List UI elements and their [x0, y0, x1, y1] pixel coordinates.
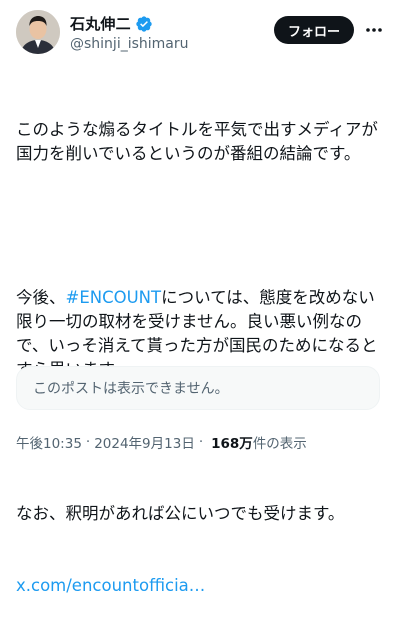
tweet-paragraph-3: なお、釈明があれば公にいつでも受けます。 — [16, 504, 345, 523]
external-link[interactable]: x.com/encountofficia… — [16, 574, 388, 598]
views-label: 件の表示 — [252, 436, 307, 452]
tweet-paragraph-2-prefix: 今後、 — [16, 288, 66, 307]
more-icon — [366, 28, 382, 32]
tweet-paragraph-1: このような煽るタイトルを平気で出すメディアが国力を削いでいるというのが番組の結論… — [16, 120, 378, 163]
quoted-post-unavailable: このポストは表示できません。 — [16, 366, 380, 410]
follow-button[interactable]: フォロー — [273, 16, 354, 44]
separator-dot: · — [198, 434, 204, 450]
tweet-text: このような煽るタイトルを平気で出すメディアが国力を削いでいるというのが番組の結論… — [16, 70, 388, 622]
views-count: 168万 — [211, 436, 253, 452]
avatar[interactable] — [16, 10, 60, 54]
avatar-image — [16, 10, 60, 54]
more-options-button[interactable] — [360, 16, 388, 44]
verified-badge-icon — [136, 15, 152, 32]
tweet-metadata: 午後10:35 · 2024年9月13日 · 168万 件の表示 — [16, 432, 307, 452]
quote-unavailable-text: このポストは表示できません。 — [33, 381, 229, 397]
tweet-header: 石丸伸二 @shinji_ishimaru フォロー — [16, 10, 388, 58]
name-row: 石丸伸二 — [70, 13, 153, 34]
user-handle[interactable]: @shinji_ishimaru — [70, 36, 189, 52]
paragraph-spacer — [16, 214, 388, 238]
separator-dot: · — [85, 434, 91, 450]
post-time[interactable]: 午後10:35 — [16, 432, 82, 452]
hashtag-link[interactable]: #ENCOUNT — [66, 288, 162, 307]
display-name[interactable]: 石丸伸二 — [70, 13, 131, 34]
post-date[interactable]: 2024年9月13日 — [94, 432, 195, 452]
